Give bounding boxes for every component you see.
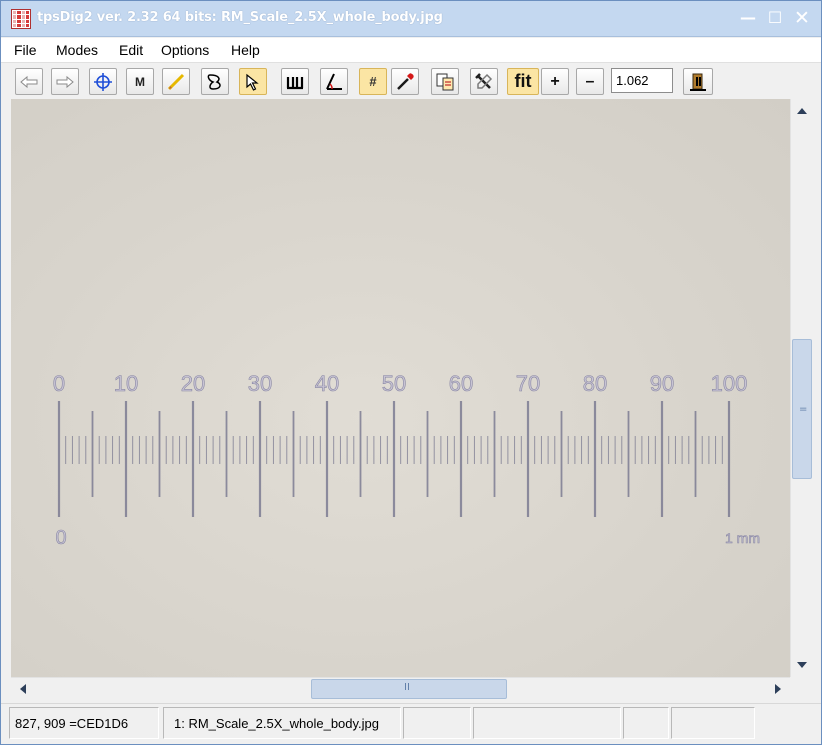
fit-image-button[interactable]: fit [507, 68, 539, 95]
copy-image-button[interactable] [431, 68, 459, 95]
zoom-out-button[interactable]: – [576, 68, 604, 95]
menu-modes[interactable]: Modes [56, 42, 98, 58]
m-icon: M [135, 74, 145, 89]
status-panel [623, 707, 669, 739]
scroll-right-arrow-icon[interactable] [768, 680, 788, 698]
maximize-button[interactable]: ☐ [763, 6, 787, 30]
scroll-grip: II [404, 682, 410, 693]
zoom-in-button[interactable]: + [541, 68, 569, 95]
scroll-corner [790, 677, 812, 699]
plus-icon: + [550, 72, 560, 90]
scale-unit-label: 1 mm [725, 530, 760, 546]
outline-mode-button[interactable] [201, 68, 229, 95]
image-canvas[interactable]: 0 10 20 30 40 50 60 70 80 90 100 0 1 mm [11, 99, 790, 677]
scale-label: 60 [449, 371, 473, 396]
angle-mode-button[interactable] [320, 68, 348, 95]
exit-button[interactable] [683, 68, 713, 95]
cursor-coordinates: 827, 909 =CED1D6 [9, 707, 159, 739]
scale-start-label: 0 [55, 527, 66, 549]
fit-icon: fit [514, 71, 532, 91]
select-mode-button[interactable] [239, 68, 267, 95]
menu-edit[interactable]: Edit [119, 42, 143, 58]
pointer-icon [246, 73, 259, 91]
close-button[interactable]: ✕ [790, 6, 814, 30]
scale-label: 10 [114, 371, 138, 396]
status-bar: 827, 909 =CED1D6 1: RM_Scale_2.5X_whole_… [1, 703, 821, 744]
menu-options[interactable]: Options [161, 42, 209, 58]
horizontal-scrollbar[interactable]: II [11, 677, 790, 699]
draw-line-button[interactable] [162, 68, 190, 95]
dropper-icon [397, 72, 414, 90]
copy-icon [436, 73, 454, 90]
menu-bar: File Modes Edit Options Help [1, 38, 821, 63]
ruler-icon [286, 76, 304, 89]
image-tools-button[interactable] [470, 68, 498, 95]
scroll-up-arrow-icon[interactable] [793, 101, 811, 121]
scroll-grip: = [799, 404, 808, 415]
scale-mode-button[interactable] [281, 68, 309, 95]
arrow-right-icon [56, 75, 74, 88]
title-bar[interactable]: tpsDig2 ver. 2.32 64 bits: RM_Scale_2.5X… [1, 1, 821, 37]
status-panel [671, 707, 755, 739]
menu-file[interactable]: File [14, 42, 37, 58]
window-title: tpsDig2 ver. 2.32 64 bits: RM_Scale_2.5X… [37, 10, 443, 25]
scale-label: 100 [711, 371, 748, 396]
scale-label: 70 [516, 371, 540, 396]
scale-bar-image: 0 10 20 30 40 50 60 70 80 90 100 0 1 mm [53, 371, 761, 550]
next-image-button[interactable] [51, 68, 79, 95]
scroll-left-arrow-icon[interactable] [13, 680, 33, 698]
color-picker-button[interactable] [391, 68, 419, 95]
minus-icon: – [585, 72, 595, 90]
tpsdig-grid-icon [11, 9, 31, 29]
angle-icon [326, 73, 342, 90]
scroll-down-arrow-icon[interactable] [793, 655, 811, 675]
scale-label: 40 [315, 371, 339, 396]
crosshair-icon [94, 72, 112, 91]
scale-label: 0 [53, 371, 65, 396]
menu-help[interactable]: Help [231, 42, 260, 58]
tools-icon [475, 72, 493, 89]
status-panel [403, 707, 471, 739]
zoom-field[interactable] [611, 68, 673, 93]
curve-icon [207, 73, 221, 90]
measure-mode-button[interactable]: M [126, 68, 154, 95]
vertical-scrollbar[interactable]: = [790, 99, 812, 677]
minimize-button[interactable]: — [736, 6, 760, 30]
pencil-line-icon [167, 73, 185, 90]
scale-label: 50 [382, 371, 406, 396]
scale-label: 20 [181, 371, 205, 396]
number-landmarks-button[interactable]: # [359, 68, 387, 95]
scale-label: 30 [248, 371, 272, 396]
scale-label: 80 [583, 371, 607, 396]
toolbar: M # fit + – [1, 64, 821, 99]
current-file-status: 1: RM_Scale_2.5X_whole_body.jpg [163, 707, 401, 739]
horizontal-scroll-thumb[interactable]: II [311, 679, 507, 699]
exit-door-icon [690, 73, 706, 91]
status-panel [473, 707, 621, 739]
previous-image-button[interactable] [15, 68, 43, 95]
hash-icon: # [369, 74, 377, 89]
arrow-left-icon [20, 75, 38, 88]
scale-label: 90 [650, 371, 674, 396]
landmark-mode-button[interactable] [89, 68, 117, 95]
app-window: tpsDig2 ver. 2.32 64 bits: RM_Scale_2.5X… [0, 0, 822, 745]
vertical-scroll-thumb[interactable]: = [792, 339, 812, 479]
